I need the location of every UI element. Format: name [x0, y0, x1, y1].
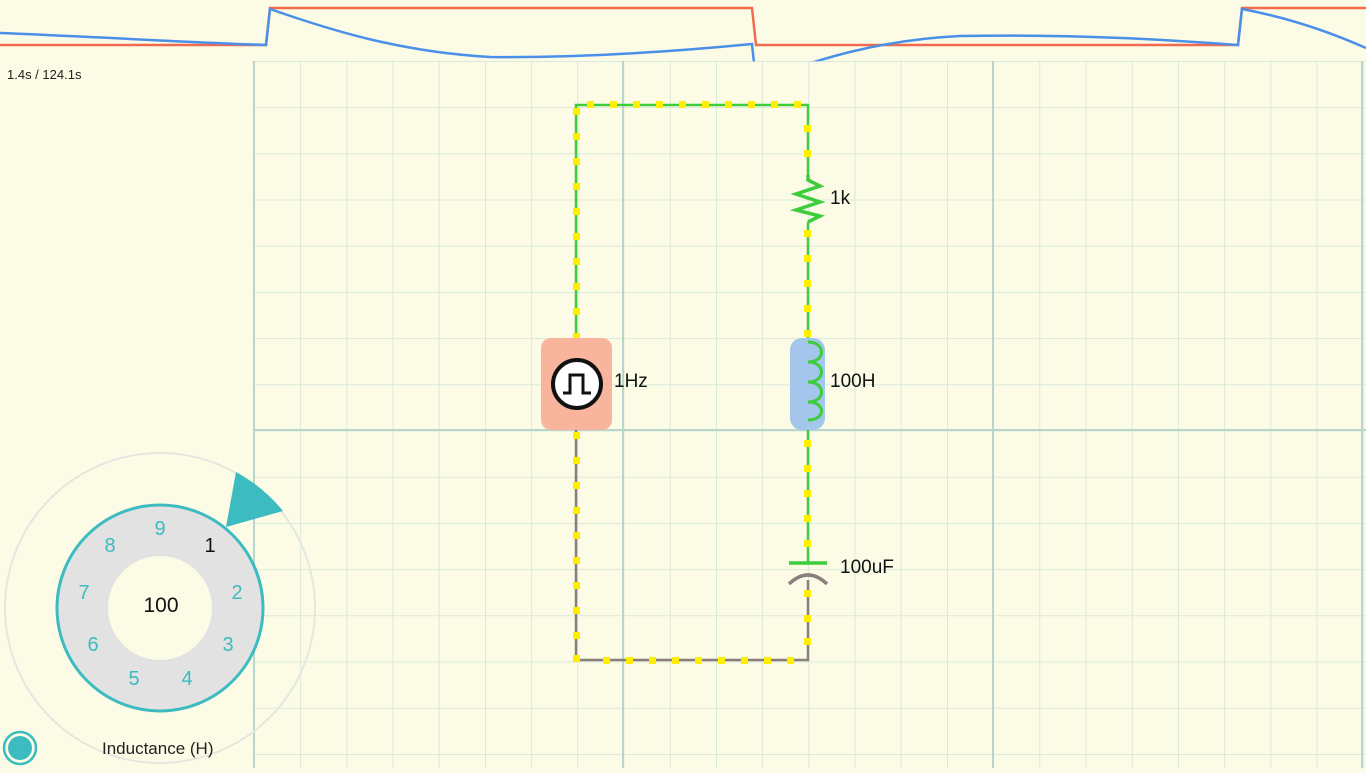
- capacitor-label: 100uF: [840, 557, 894, 578]
- dial-pointer-handle[interactable]: [226, 472, 283, 527]
- parameter-label: Inductance (H): [102, 739, 214, 758]
- dial-digit-7[interactable]: 7: [72, 582, 96, 605]
- dial-digit-9[interactable]: 9: [148, 518, 172, 541]
- source-label: 1Hz: [614, 371, 648, 392]
- dial-digit-6[interactable]: 6: [81, 634, 105, 657]
- square-wave-source-icon[interactable]: [541, 338, 612, 430]
- value-dial[interactable]: 9 1 2 3 4 5 6 7 8 100: [0, 440, 330, 768]
- dial-digit-2[interactable]: 2: [225, 582, 249, 605]
- dial-value: 100: [143, 594, 179, 617]
- dial-digit-3[interactable]: 3: [216, 634, 240, 657]
- inductor-label: 100H: [830, 371, 876, 392]
- dial-digit-4[interactable]: 4: [175, 668, 199, 691]
- dial-digit-8[interactable]: 8: [98, 535, 122, 558]
- inductor-icon[interactable]: [790, 338, 825, 430]
- dial-digit-1[interactable]: 1: [198, 535, 222, 558]
- menu-toggle-button[interactable]: [2, 730, 38, 766]
- resistor-label: 1k: [830, 188, 851, 209]
- dial-digit-5[interactable]: 5: [122, 668, 146, 691]
